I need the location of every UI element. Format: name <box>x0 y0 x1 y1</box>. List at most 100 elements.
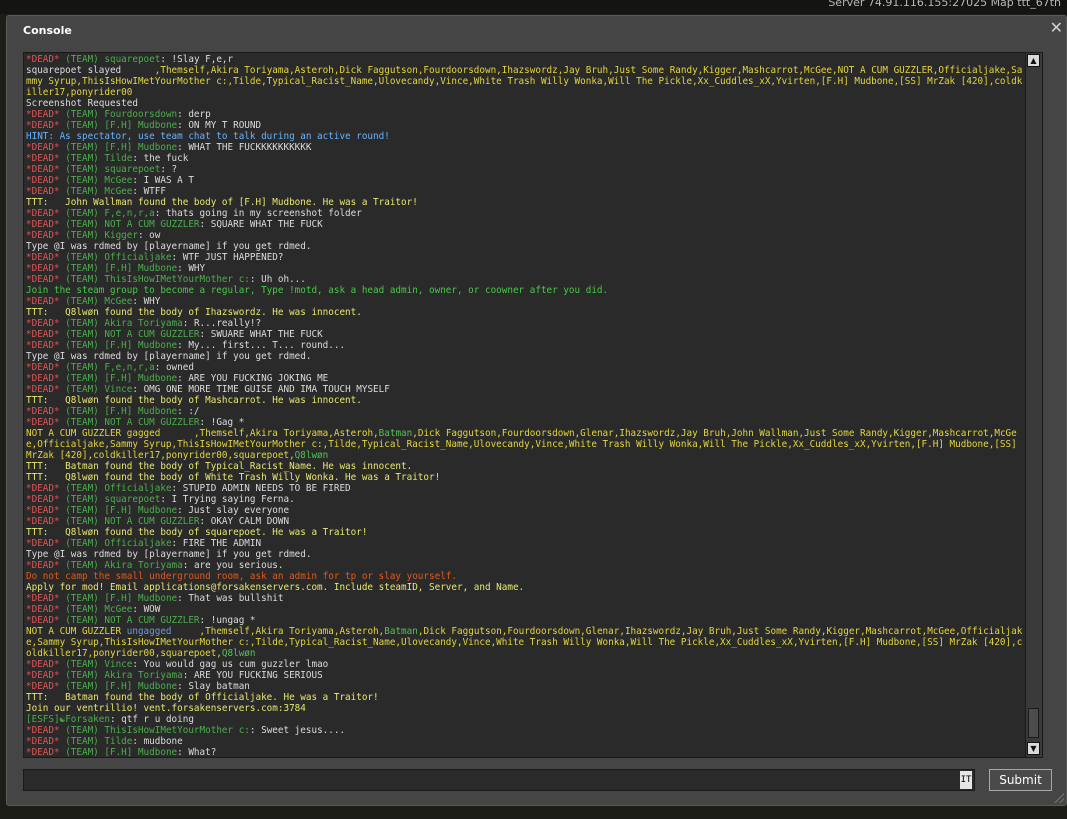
log-segment: *DEAD* <box>26 164 60 175</box>
log-segment: F,e,n,r,a <box>104 362 155 373</box>
scroll-down-arrow-icon[interactable]: ▼ <box>1027 742 1040 755</box>
log-segment: : :/ <box>177 406 200 417</box>
log-line: *DEAD* (TEAM) Fourdoorsdown: derp <box>26 109 1024 120</box>
log-segment: ,Themself,Akira Toriyama,Asteroh, <box>199 626 385 637</box>
log-segment: (TEAM) <box>59 406 105 417</box>
log-segment: : I WAS A T <box>132 175 194 186</box>
close-icon[interactable]: ✕ <box>1050 20 1063 36</box>
log-segment: [F.H] Mudbone <box>104 593 178 604</box>
log-segment: (TEAM) <box>59 263 105 274</box>
log-segment: NOT A CUM GUZZLER gagged <box>26 428 166 439</box>
log-segment: : ? <box>160 164 178 175</box>
log-segment: [F.H] Mudbone <box>104 120 178 131</box>
log-segment: (TEAM) <box>59 659 105 670</box>
log-segment: (TEAM) <box>59 670 105 681</box>
log-line: *DEAD* (TEAM) McGee: WTFF <box>26 186 1024 197</box>
log-line: *DEAD* (TEAM) NOT A CUM GUZZLER: SWUARE … <box>26 329 1024 340</box>
log-segment: *DEAD* <box>26 494 60 505</box>
vertical-scrollbar[interactable]: ▲ ▼ <box>1025 53 1042 757</box>
log-line: Type @I was rdmed by [playername] if you… <box>26 549 1024 560</box>
log-segment: ThisIsHowIMetYourMother c: <box>104 274 250 285</box>
submit-button[interactable]: Submit <box>989 769 1052 791</box>
log-line: *DEAD* (TEAM) Akira Toriyama: ARE YOU FU… <box>26 670 1024 681</box>
log-segment: (TEAM) <box>59 329 105 340</box>
log-segment: Akira Toriyama <box>104 670 183 681</box>
ime-indicator: IT <box>960 771 972 789</box>
log-segment: Vince <box>104 659 133 670</box>
log-segment: *DEAD* <box>26 54 60 65</box>
scroll-up-arrow-icon[interactable]: ▲ <box>1027 54 1040 67</box>
log-segment: (TEAM) <box>59 296 105 307</box>
log-line: TTT: Q8lwøn found the body of White Tras… <box>26 472 1024 483</box>
log-segment: Fourdoorsdown <box>104 109 178 120</box>
window-title: Console <box>23 24 72 37</box>
log-line: *DEAD* (TEAM) Akira Toriyama: R...really… <box>26 318 1024 329</box>
game-top-strip: Server 74.91.116.155:27025 Map ttt_67th <box>0 0 1067 14</box>
log-line: Type @I was rdmed by [playername] if you… <box>26 351 1024 362</box>
scrollbar-thumb[interactable] <box>1028 708 1039 738</box>
log-line: Join our ventrillio! vent.forsakenserver… <box>26 703 1024 714</box>
log-segment: : ARE YOU FUCKING JOKING ME <box>177 373 329 384</box>
log-segment: (TEAM) <box>59 538 105 549</box>
console-log[interactable]: *DEAD* (TEAM) squarepoet: !Slay F,e,r squ… <box>23 52 1043 758</box>
log-segment: Join our ventrillio! vent.forsakenserver… <box>26 703 306 714</box>
log-segment: *DEAD* <box>26 274 60 285</box>
log-segment: TTT: Q8lwøn found the body of Mashcarrot… <box>26 395 362 406</box>
log-segment: *DEAD* <box>26 120 60 131</box>
log-segment: (TEAM) <box>59 153 105 164</box>
log-segment: Akira Toriyama <box>104 560 183 571</box>
log-segment: : !ungag * <box>199 615 256 626</box>
log-segment: : Just slay everyone <box>177 505 290 516</box>
log-segment: McGee <box>104 175 133 186</box>
log-line: *DEAD* (TEAM) [F.H] Mudbone: ARE YOU FUC… <box>26 373 1024 384</box>
log-line: *DEAD* (TEAM) ThisIsHowIMetYourMother c:… <box>26 725 1024 736</box>
log-segment: Vince <box>104 384 133 395</box>
log-line: *DEAD* (TEAM) NOT A CUM GUZZLER: OKAY CA… <box>26 516 1024 527</box>
log-segment: Batman <box>378 428 413 439</box>
log-segment: *DEAD* <box>26 483 60 494</box>
log-segment: NOT A CUM GUZZLER <box>104 615 200 626</box>
log-segment: ,Themself,Akira Toriyama,Asteroh, <box>193 428 379 439</box>
log-segment: *DEAD* <box>26 219 60 230</box>
log-line: *DEAD* (TEAM) squarepoet: !Slay F,e,r <box>26 54 1024 65</box>
log-segment: (TEAM) <box>59 417 105 428</box>
log-segment: : My... first... T... round... <box>177 340 346 351</box>
log-segment: McGee <box>104 604 133 615</box>
log-line: *DEAD* (TEAM) McGee: WOW <box>26 604 1024 615</box>
log-line: *DEAD* (TEAM) [F.H] Mudbone: Slay batman <box>26 681 1024 692</box>
log-segment: (TEAM) <box>59 362 105 373</box>
log-segment: TTT: Q8lwøn found the body of Ihazswordz… <box>26 307 362 318</box>
log-line: Apply for mod! Email applications@forsak… <box>26 582 1024 593</box>
log-segment: (TEAM) <box>59 274 105 285</box>
log-segment: : WHY <box>177 263 206 274</box>
log-line: *DEAD* (TEAM) [F.H] Mudbone: :/ <box>26 406 1024 417</box>
log-segment: (TEAM) <box>59 164 105 175</box>
command-input[interactable]: IT <box>23 769 975 791</box>
log-segment: (TEAM) <box>59 340 105 351</box>
log-segment: TTT: John Wallman found the body of [F.H… <box>26 197 418 208</box>
log-segment: (TEAM) <box>59 208 105 219</box>
resize-grip-icon[interactable] <box>1054 793 1064 803</box>
log-line: *DEAD* (TEAM) F,e,n,r,a: thats going in … <box>26 208 1024 219</box>
log-segment: *DEAD* <box>26 615 60 626</box>
log-segment: *DEAD* <box>26 142 60 153</box>
log-line: *DEAD* (TEAM) ThisIsHowIMetYourMother c:… <box>26 274 1024 285</box>
log-segment: : ow <box>137 230 161 241</box>
console-log-lines: *DEAD* (TEAM) squarepoet: !Slay F,e,r squ… <box>26 54 1024 758</box>
log-segment: NOT A CUM GUZZLER <box>104 417 200 428</box>
log-segment: NOT A CUM GUZZLER <box>104 329 200 340</box>
log-segment: Join the steam group to become a regular… <box>26 285 609 296</box>
log-segment: : Uh oh... <box>249 274 306 285</box>
log-segment: : That was bullshit <box>177 593 284 604</box>
log-segment: (TEAM) <box>59 230 105 241</box>
log-segment: (TEAM) <box>59 725 105 736</box>
log-line: *DEAD* (TEAM) squarepoet: ? <box>26 164 1024 175</box>
log-segment: Type @I was rdmed by [playername] if you… <box>26 351 312 362</box>
log-segment: TTT: Batman found the body of Typical_Ra… <box>26 461 413 472</box>
log-segment: (TEAM) <box>59 747 105 758</box>
log-segment: *DEAD* <box>26 670 60 681</box>
log-line: Type @I was rdmed by [playername] if you… <box>26 241 1024 252</box>
log-segment: : WOW <box>132 604 161 615</box>
log-segment: [F.H] Mudbone <box>104 747 178 758</box>
log-segment: *DEAD* <box>26 340 60 351</box>
